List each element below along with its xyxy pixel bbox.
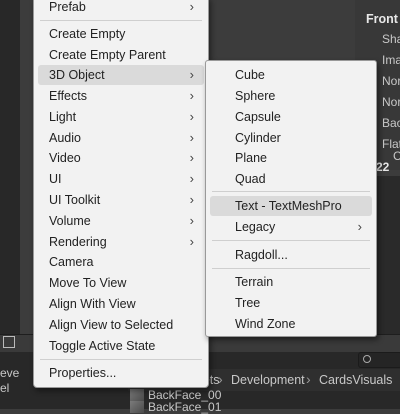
chevron-right-icon: › bbox=[357, 219, 362, 234]
inspector-field-label: Sha bbox=[382, 32, 400, 46]
menu-item-label: Quad bbox=[235, 172, 266, 186]
menu-item-light[interactable]: Light › bbox=[38, 107, 204, 127]
menu-item-cube[interactable]: Cube bbox=[210, 65, 372, 85]
menu-item-label: Tree bbox=[235, 296, 261, 310]
asset-label: BackFace_01 bbox=[148, 400, 222, 414]
inspector-field-label: Ima bbox=[382, 53, 400, 67]
menu-item-label: Toggle Active State bbox=[49, 339, 156, 353]
menu-item-label: Rendering bbox=[49, 235, 107, 249]
menu-item-ragdoll[interactable]: Ragdoll... bbox=[210, 245, 372, 265]
menu-separator bbox=[40, 359, 202, 360]
menu-item-label: Align View to Selected bbox=[49, 318, 174, 332]
menu-item-label: Ragdoll... bbox=[235, 248, 288, 262]
project-search-input[interactable] bbox=[358, 352, 400, 368]
menu-item-label: Sphere bbox=[235, 89, 276, 103]
menu-item-label: Cylinder bbox=[235, 131, 281, 145]
inspector-field-label: Bac bbox=[382, 116, 400, 130]
menu-item-text-textmeshpro[interactable]: Text - TextMeshPro bbox=[210, 196, 372, 216]
menu-item-label: Camera bbox=[49, 255, 94, 269]
menu-item-wind-zone[interactable]: Wind Zone bbox=[210, 314, 372, 334]
menu-item-video[interactable]: Video › bbox=[38, 148, 204, 168]
chevron-right-icon: › bbox=[189, 0, 194, 14]
menu-item-label: Prefab bbox=[49, 0, 86, 14]
breadcrumb-separator: › bbox=[306, 371, 311, 387]
menu-item-camera[interactable]: Camera bbox=[38, 252, 204, 272]
menu-item-label: Volume bbox=[49, 214, 91, 228]
menu-separator bbox=[212, 240, 370, 241]
menu-item-effects[interactable]: Effects › bbox=[38, 86, 204, 106]
menu-item-terrain[interactable]: Terrain bbox=[210, 272, 372, 292]
menu-separator bbox=[40, 20, 202, 21]
inspector-field-label: Nor bbox=[382, 74, 400, 88]
menu-item-toggle-active-state[interactable]: Toggle Active State bbox=[38, 336, 204, 356]
chevron-right-icon: › bbox=[189, 88, 194, 103]
menu-item-quad[interactable]: Quad bbox=[210, 169, 372, 189]
console-icon[interactable] bbox=[3, 336, 15, 348]
menu-separator bbox=[212, 268, 370, 269]
menu-item-label: Video bbox=[49, 151, 81, 165]
menu-item-label: Capsule bbox=[235, 110, 281, 124]
console-text: eve bbox=[0, 366, 20, 380]
menu-item-label: Create Empty Parent bbox=[49, 48, 166, 62]
menu-item-audio[interactable]: Audio › bbox=[38, 128, 204, 148]
menu-separator bbox=[212, 191, 370, 192]
breadcrumb-separator: › bbox=[218, 371, 223, 387]
menu-item-label: Create Empty bbox=[49, 27, 126, 41]
menu-item-label: Terrain bbox=[235, 275, 274, 289]
chevron-right-icon: › bbox=[189, 130, 194, 145]
menu-item-label: Effects bbox=[49, 89, 87, 103]
menu-item-label: Move To View bbox=[49, 276, 127, 290]
chevron-right-icon: › bbox=[189, 150, 194, 165]
menu-item-label: Legacy bbox=[235, 220, 276, 234]
chevron-right-icon: › bbox=[189, 171, 194, 186]
menu-item-align-with-view[interactable]: Align With View bbox=[38, 294, 204, 314]
breadcrumb-item-development[interactable]: Development bbox=[231, 373, 305, 387]
menu-item-label: UI bbox=[49, 172, 62, 186]
menu-item-ui[interactable]: UI › bbox=[38, 169, 204, 189]
menu-item-legacy[interactable]: Legacy › bbox=[210, 217, 372, 237]
inspector-header: Front bbox=[366, 12, 398, 26]
chevron-right-icon: › bbox=[189, 213, 194, 228]
breadcrumb-item-cardsvisuals[interactable]: CardsVisuals bbox=[319, 373, 392, 387]
texture-thumbnail-icon bbox=[130, 401, 144, 413]
menu-item-capsule[interactable]: Capsule bbox=[210, 107, 372, 127]
gameobject-context-menu: Prefab › Create Empty Create Empty Paren… bbox=[33, 0, 209, 388]
menu-item-sphere[interactable]: Sphere bbox=[210, 86, 372, 106]
menu-item-label: 3D Object bbox=[49, 68, 105, 82]
menu-item-tree[interactable]: Tree bbox=[210, 293, 372, 313]
chevron-right-icon: › bbox=[189, 67, 194, 82]
hierarchy-panel bbox=[0, 0, 20, 336]
inspector-body bbox=[376, 176, 400, 334]
menu-item-3d-object[interactable]: 3D Object › bbox=[38, 65, 204, 85]
menu-item-properties[interactable]: Properties... bbox=[38, 363, 204, 383]
chevron-right-icon: › bbox=[189, 234, 194, 249]
menu-item-label: Align With View bbox=[49, 297, 136, 311]
asset-item[interactable]: BackFace_01 bbox=[128, 400, 248, 414]
menu-item-label: UI Toolkit bbox=[49, 193, 101, 207]
menu-item-rendering[interactable]: Rendering › bbox=[38, 232, 204, 252]
inspector-field-label: C bbox=[393, 149, 400, 163]
menu-item-label: Properties... bbox=[49, 366, 117, 380]
console-text: el bbox=[0, 381, 10, 395]
menu-item-ui-toolkit[interactable]: UI Toolkit › bbox=[38, 190, 204, 210]
inspector-field-label: Nor bbox=[382, 95, 400, 109]
menu-item-move-to-view[interactable]: Move To View bbox=[38, 273, 204, 293]
search-icon bbox=[363, 355, 371, 363]
menu-item-label: Wind Zone bbox=[235, 317, 296, 331]
menu-item-label: Cube bbox=[235, 68, 265, 82]
menu-item-prefab[interactable]: Prefab › bbox=[38, 0, 204, 17]
chevron-right-icon: › bbox=[189, 109, 194, 124]
menu-item-label: Light bbox=[49, 110, 77, 124]
menu-item-label: Plane bbox=[235, 151, 267, 165]
menu-item-cylinder[interactable]: Cylinder bbox=[210, 128, 372, 148]
menu-item-volume[interactable]: Volume › bbox=[38, 211, 204, 231]
menu-item-label: Audio bbox=[49, 131, 81, 145]
menu-item-plane[interactable]: Plane bbox=[210, 148, 372, 168]
chevron-right-icon: › bbox=[189, 192, 194, 207]
menu-item-label: Text - TextMeshPro bbox=[235, 199, 342, 213]
menu-item-align-view-to-selected[interactable]: Align View to Selected bbox=[38, 315, 204, 335]
3d-object-submenu: Cube Sphere Capsule Cylinder Plane Quad … bbox=[205, 60, 377, 337]
menu-item-create-empty-parent[interactable]: Create Empty Parent bbox=[38, 45, 204, 65]
menu-item-create-empty[interactable]: Create Empty bbox=[38, 24, 204, 44]
